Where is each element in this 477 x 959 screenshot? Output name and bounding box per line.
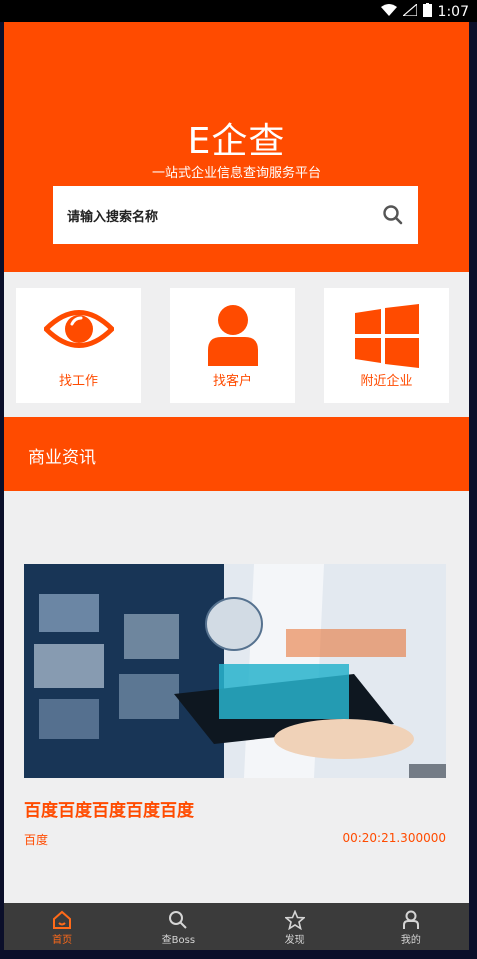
status-bar: 1:07	[0, 0, 477, 22]
eye-icon	[43, 310, 114, 348]
tab-search-boss[interactable]: 查Boss	[120, 903, 236, 950]
tab-label: 发现	[284, 935, 305, 946]
search-input[interactable]: 请输入搜索名称	[67, 206, 382, 225]
hero-header: E企查 一站式企业信息查询服务平台 请输入搜索名称	[4, 22, 469, 272]
app-title: E企查	[187, 121, 286, 162]
signal-icon	[400, 2, 418, 20]
tab-discover[interactable]: 发现	[237, 903, 353, 950]
person-icon	[207, 305, 258, 366]
quick-action-find-job[interactable]: 找工作	[16, 288, 141, 403]
bottom-tab-bar: 首页 查Boss 发现 我的	[4, 903, 469, 950]
section-header: 商业资讯	[4, 417, 469, 491]
news-source: 百度	[24, 833, 49, 847]
tab-label: 查Boss	[161, 935, 196, 946]
search-icon[interactable]	[382, 204, 404, 226]
tab-label: 首页	[52, 935, 73, 946]
quick-actions: 找工作 找客户 附近企业	[4, 288, 469, 408]
quick-action-label: 找工作	[58, 374, 98, 389]
battery-icon	[422, 3, 432, 21]
user-icon	[402, 910, 419, 929]
tab-mine[interactable]: 我的	[353, 903, 469, 950]
quick-action-find-customer[interactable]: 找客户	[170, 288, 295, 403]
quick-action-nearby-companies[interactable]: 附近企业	[324, 288, 449, 403]
quick-action-label: 附近企业	[360, 374, 413, 389]
section-title: 商业资讯	[28, 448, 96, 468]
news-meta: 百度 00:20:21.300000	[24, 831, 446, 848]
search-icon	[169, 911, 188, 929]
app-subtitle: 一站式企业信息查询服务平台	[151, 166, 321, 181]
tab-label: 我的	[400, 935, 421, 946]
wifi-icon	[380, 4, 397, 20]
status-time: 1:07	[437, 4, 469, 20]
quick-action-label: 找客户	[212, 374, 252, 389]
windows-icon	[354, 304, 419, 368]
tab-home[interactable]: 首页	[4, 903, 120, 950]
app-screen: E企查 一站式企业信息查询服务平台 请输入搜索名称 找工作 找客户 附近企业 商…	[4, 22, 469, 950]
news-item[interactable]: 百度百度百度百度百度 百度 00:20:21.300000	[24, 564, 446, 848]
news-image[interactable]	[24, 564, 446, 778]
news-time: 00:20:21.300000	[342, 831, 446, 845]
star-icon	[284, 910, 305, 930]
home-icon	[53, 910, 72, 929]
news-headline: 百度百度百度百度百度	[24, 801, 194, 821]
search-bar[interactable]: 请输入搜索名称	[53, 186, 418, 244]
